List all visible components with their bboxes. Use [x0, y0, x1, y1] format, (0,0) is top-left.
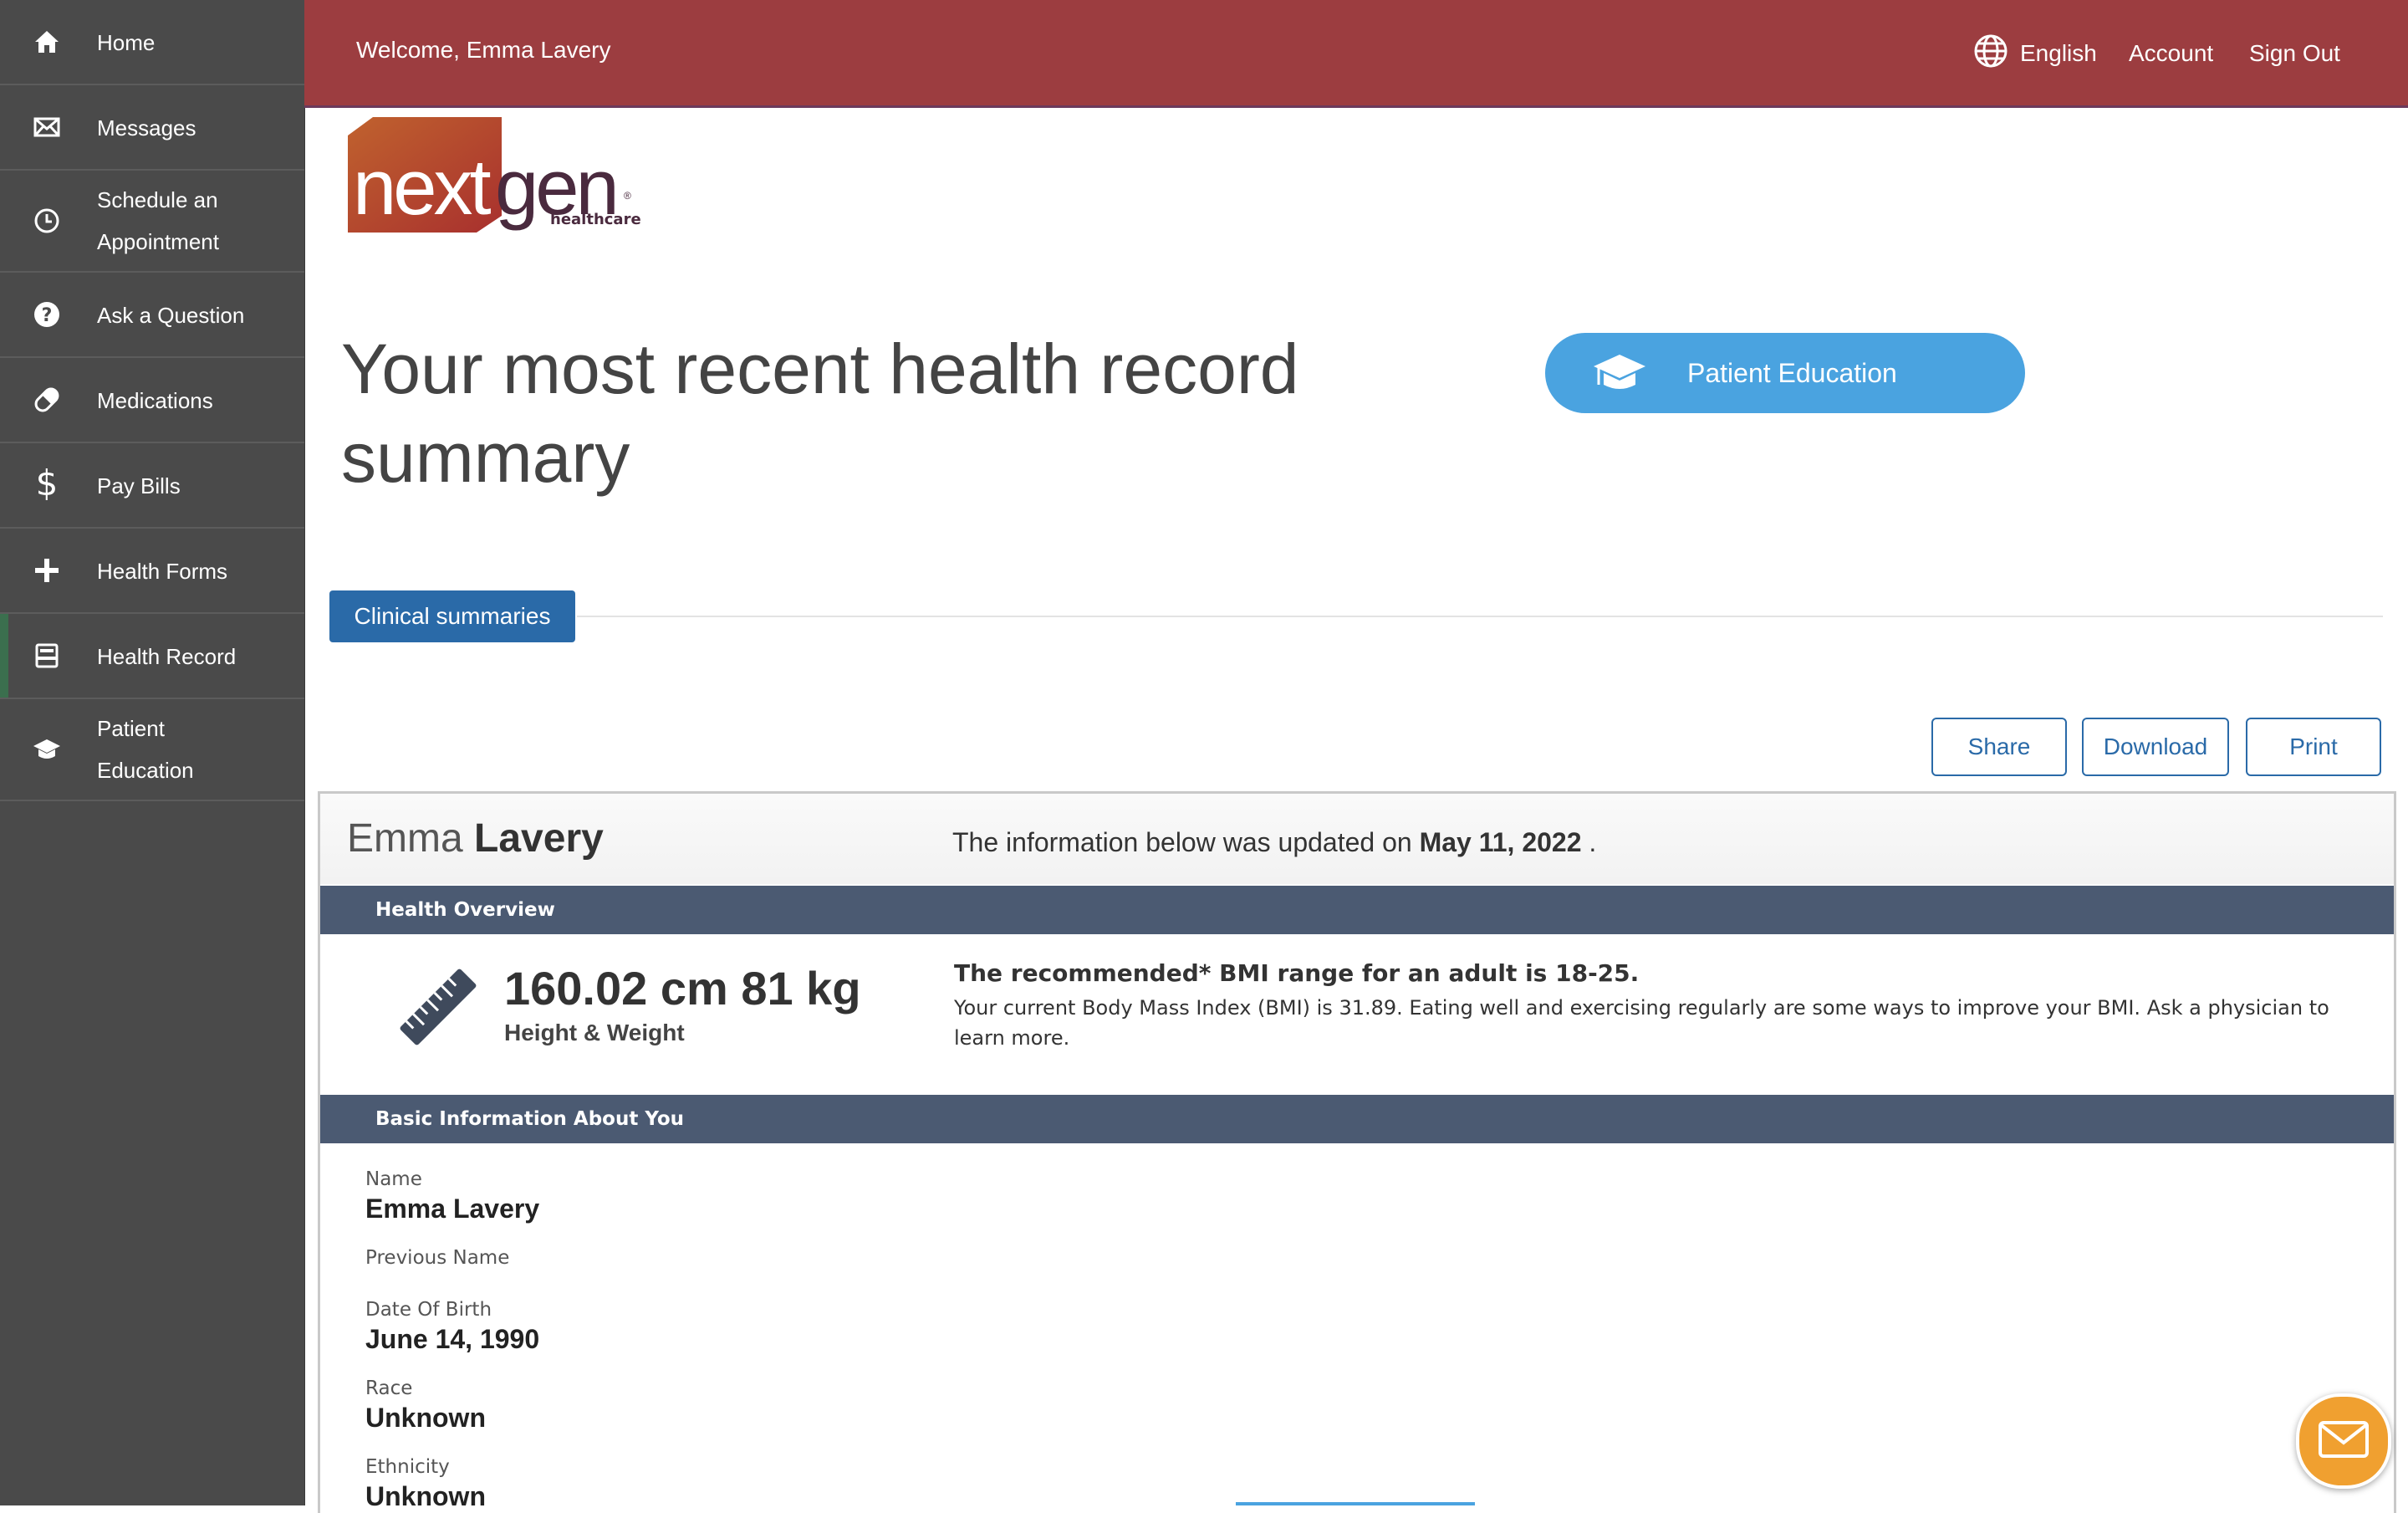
question-icon: ?	[30, 298, 64, 331]
tab-divider	[577, 616, 2383, 617]
page-title: Your most recent health record summary	[341, 330, 1299, 497]
patient-name: Emma Lavery	[347, 815, 604, 861]
svg-text:$: $	[36, 465, 59, 502]
nextgen-logo: next gen ® healthcare	[348, 115, 649, 238]
basic-info-header: Basic Information About You	[320, 1095, 2394, 1143]
patient-education-label: Patient Education	[1687, 358, 1897, 388]
sidebar-item-messages[interactable]: Messages	[0, 85, 304, 171]
tab-clinical-summaries[interactable]: Clinical summaries	[329, 590, 575, 642]
svg-text:®: ®	[624, 190, 631, 202]
height-weight-label: Height & Weight	[504, 1020, 685, 1045]
bmi-description: Your current Body Mass Index (BMI) is 31…	[954, 996, 2329, 1050]
svg-text:next: next	[353, 143, 492, 231]
clock-icon	[30, 204, 64, 238]
field-value-dob: June 14, 1990	[365, 1324, 540, 1354]
field-value-race: Unknown	[365, 1403, 486, 1433]
section-title: Basic Information About You	[375, 1108, 685, 1130]
section-title: Health Overview	[375, 899, 555, 921]
health-record-panel: Emma Lavery The information below was up…	[318, 791, 2396, 1513]
sidebar-item-home[interactable]: Home	[0, 0, 304, 85]
language-label: English	[2020, 39, 2097, 66]
field-label-previous-name: Previous Name	[365, 1247, 510, 1269]
bottom-partial-element	[1236, 1502, 1475, 1505]
patient-last-name: Lavery	[474, 816, 604, 861]
bmi-heading: The recommended* BMI range for an adult …	[954, 959, 1640, 987]
sidebar-item-label: Medications	[97, 388, 213, 413]
record-header: Emma Lavery The information below was up…	[320, 794, 2394, 884]
pill-icon	[30, 383, 64, 417]
sidebar-item-ask-question[interactable]: ? Ask a Question	[0, 273, 304, 358]
globe-icon	[1973, 33, 2008, 73]
share-button[interactable]: Share	[1931, 718, 2067, 776]
download-button[interactable]: Download	[2082, 718, 2229, 776]
chat-button[interactable]	[2296, 1393, 2391, 1489]
updated-notice: The information below was updated on May…	[952, 827, 1596, 858]
patient-education-button[interactable]: Patient Education	[1545, 333, 2025, 413]
health-overview-header: Health Overview	[320, 886, 2394, 934]
sidebar: Home Messages Schedule an Appointment ? …	[0, 0, 305, 1505]
print-button[interactable]: Print	[2246, 718, 2381, 776]
account-link[interactable]: Account	[2129, 40, 2213, 67]
field-label-ethnicity: Ethnicity	[365, 1456, 450, 1478]
svg-text:healthcare: healthcare	[550, 211, 641, 228]
field-label-name: Name	[365, 1168, 422, 1190]
graduation-cap-icon	[30, 733, 64, 766]
updated-date: May 11, 2022	[1419, 827, 1582, 857]
updated-suffix: .	[1589, 827, 1597, 857]
sidebar-item-label: Messages	[97, 115, 196, 141]
plus-icon	[30, 554, 64, 587]
field-value-ethnicity: Unknown	[365, 1481, 486, 1511]
sidebar-item-label: Health Forms	[97, 559, 228, 584]
graduation-cap-icon	[1592, 351, 1647, 399]
record-icon	[30, 639, 64, 672]
updated-prefix: The information below was updated on	[952, 827, 1412, 857]
sidebar-item-label: Health Record	[97, 644, 237, 669]
sign-out-link[interactable]: Sign Out	[2249, 40, 2340, 67]
envelope-icon	[2318, 1420, 2370, 1463]
sidebar-item-label: Home	[97, 30, 156, 55]
dollar-icon: $	[30, 465, 64, 502]
welcome-text: Welcome, Emma Lavery	[356, 37, 611, 63]
height-weight-value: 160.02 cm 81 kg	[504, 962, 861, 1015]
sidebar-item-health-record[interactable]: Health Record	[0, 614, 304, 699]
sidebar-item-pay-bills[interactable]: $ Pay Bills	[0, 443, 304, 529]
home-icon	[30, 25, 64, 59]
sidebar-item-label: Ask a Question	[97, 303, 245, 328]
svg-text:?: ?	[42, 305, 53, 326]
field-label-race: Race	[365, 1378, 413, 1399]
envelope-icon	[30, 110, 64, 144]
ruler-icon	[392, 961, 484, 1057]
sidebar-item-patient-education[interactable]: Patient Education	[0, 699, 304, 801]
sidebar-item-schedule-appointment[interactable]: Schedule an Appointment	[0, 171, 304, 273]
language-selector[interactable]: English	[1973, 33, 2097, 73]
top-bar: Welcome, Emma Lavery English Account Sig…	[304, 0, 2408, 108]
patient-first-name: Emma	[347, 816, 463, 861]
sidebar-item-health-forms[interactable]: Health Forms	[0, 529, 304, 614]
field-value-name: Emma Lavery	[365, 1194, 540, 1224]
sidebar-item-label: Pay Bills	[97, 473, 181, 498]
field-label-dob: Date Of Birth	[365, 1299, 492, 1321]
sidebar-item-label: Patient Education	[97, 716, 194, 783]
sidebar-item-medications[interactable]: Medications	[0, 358, 304, 443]
sidebar-item-label: Schedule an Appointment	[97, 187, 219, 254]
